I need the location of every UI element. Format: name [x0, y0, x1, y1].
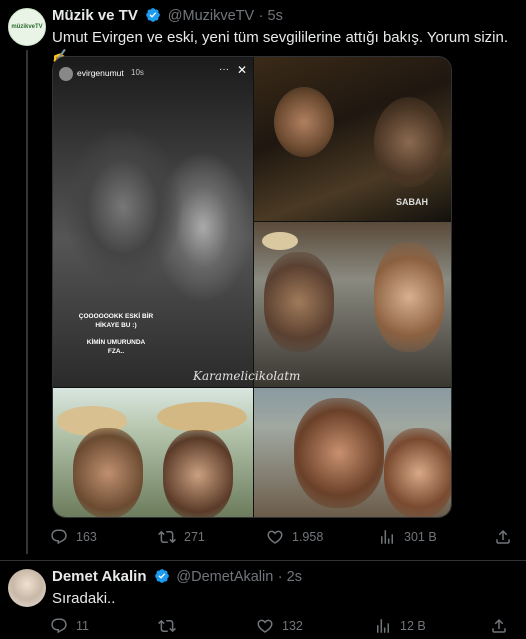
media-grid[interactable]: evirgenumut 10s ··· ✕ ÇOOOOOOKK ESKİ BİR… — [52, 56, 452, 518]
photo-face-woman — [384, 428, 451, 517]
author-handle[interactable]: @MuzikveTV — [168, 8, 254, 24]
photo-face-right — [163, 430, 233, 517]
views-button[interactable]: 301 B — [378, 528, 437, 546]
tweet-header: Demet Akalin @DemetAkalin · 2s — [52, 568, 302, 586]
sticker-line: HİKAYE BU :) — [95, 322, 137, 329]
reply-button[interactable]: 163 — [50, 528, 97, 546]
views-chart-icon — [377, 619, 389, 633]
views-chart-icon — [381, 530, 393, 544]
more-icon: ··· — [219, 64, 229, 75]
retweet-icon — [158, 619, 176, 633]
story-avatar — [59, 67, 73, 81]
retweet-button[interactable]: 271 — [158, 528, 205, 546]
media-photo-sunhats[interactable] — [53, 388, 253, 517]
photo-face-left — [274, 87, 334, 157]
retweet-button[interactable] — [158, 617, 176, 635]
story-sticker: ÇOOOOOOKK ESKİ BİR HİKAYE BU :) KİMİN UM… — [61, 313, 171, 355]
photo-hat — [262, 232, 298, 250]
media-story-screenshot[interactable]: evirgenumut 10s ··· ✕ ÇOOOOOOKK ESKİ BİR… — [53, 57, 253, 387]
reply-button[interactable]: 11 — [50, 617, 89, 635]
author-handle[interactable]: @DemetAkalin — [176, 569, 273, 585]
timestamp[interactable]: 2s — [287, 569, 302, 585]
reply-icon — [51, 529, 67, 545]
photo-man-hat — [264, 252, 334, 352]
verified-badge-icon — [146, 8, 161, 22]
dot-separator: · — [277, 569, 287, 585]
heart-icon — [257, 619, 273, 633]
sticker-line: ÇOOOOOOKK ESKİ BİR — [78, 313, 154, 320]
tweet-text: Sıradaki.. — [52, 590, 116, 607]
media-photo-night[interactable]: SABAH — [254, 57, 451, 221]
views-button[interactable]: 12 B — [374, 617, 426, 635]
photo-face-left — [73, 428, 143, 517]
avatar-logo-text: müzikveTV — [11, 24, 43, 30]
close-icon: ✕ — [237, 63, 248, 77]
views-count: 301 B — [404, 530, 437, 544]
share-icon — [496, 529, 510, 544]
author-name[interactable]: Demet Akalin — [52, 568, 146, 585]
avatar[interactable] — [8, 569, 46, 607]
story-username: evirgenumut — [77, 68, 124, 78]
retweet-icon — [158, 530, 176, 544]
timestamp[interactable]: 5s — [268, 8, 283, 24]
share-button[interactable] — [494, 528, 512, 546]
tweet-header: Müzik ve TV @MuzikveTV · 5s — [52, 7, 283, 25]
avatar[interactable]: müzikveTV — [8, 8, 46, 46]
thread-line — [26, 50, 28, 554]
tweet-demetakalin[interactable]: Demet Akalin @DemetAkalin · 2s Sıradaki.… — [0, 561, 526, 639]
tweet-actions: 11 132 12 B — [50, 617, 520, 637]
photo-straw-hat-right — [157, 402, 247, 432]
views-count: 12 B — [400, 619, 426, 633]
reply-count: 163 — [76, 530, 97, 544]
share-icon — [492, 618, 506, 633]
like-button[interactable]: 1.958 — [266, 528, 323, 546]
reply-count: 11 — [76, 619, 89, 633]
author-name[interactable]: Müzik ve TV — [52, 7, 138, 24]
sticker-line: FZA.. — [107, 348, 125, 355]
retweet-count: 271 — [184, 530, 205, 544]
like-button[interactable]: 132 — [256, 617, 303, 635]
heart-icon — [267, 530, 283, 544]
share-button[interactable] — [490, 617, 508, 635]
karamel-watermark: Karamelicikolatm — [193, 369, 301, 383]
sabah-watermark: SABAH — [396, 197, 429, 207]
photo-face-right — [374, 97, 444, 187]
dot-separator: · — [258, 8, 268, 24]
photo-woman-sunglasses — [374, 242, 444, 352]
story-time: 10s — [131, 68, 144, 77]
like-count: 1.958 — [292, 530, 324, 544]
like-count: 132 — [282, 619, 303, 633]
media-photo-restaurant[interactable] — [254, 222, 451, 387]
tweet-muzikvetv[interactable]: müzikveTV Müzik ve TV @MuzikveTV · 5s Um… — [0, 0, 526, 560]
reply-icon — [51, 618, 67, 634]
photo-face-man — [294, 398, 384, 508]
tweet-actions: 163 271 1.958 301 B — [50, 528, 520, 548]
sticker-line: KİMİN UMURUNDA — [86, 339, 146, 346]
verified-badge-icon — [155, 569, 169, 583]
media-photo-sunset[interactable] — [254, 388, 451, 517]
